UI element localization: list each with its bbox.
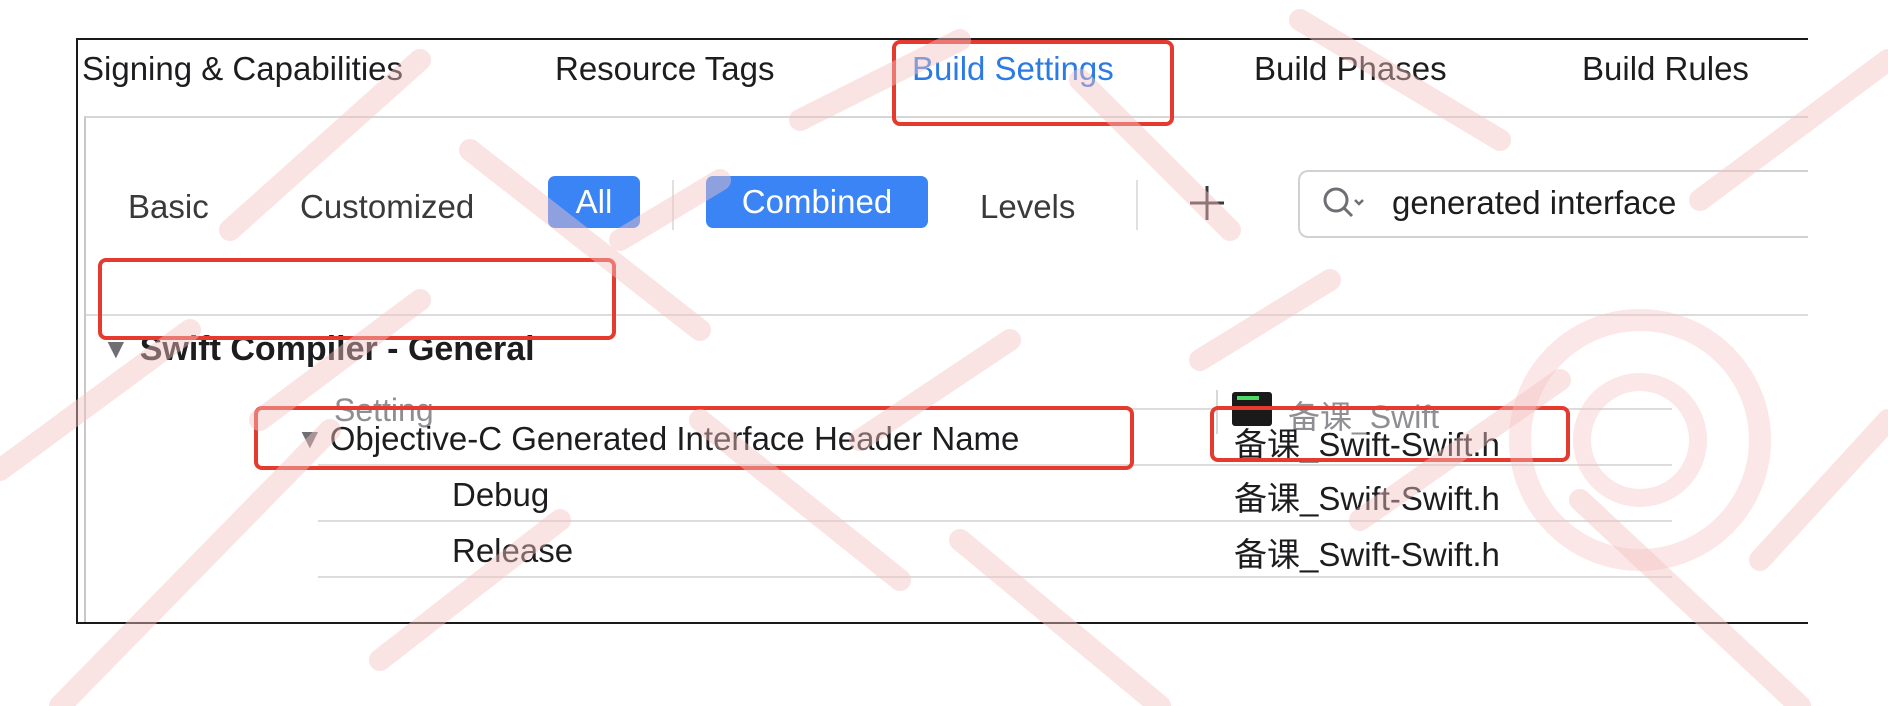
filter-customized-button[interactable]: Customized bbox=[300, 188, 474, 226]
filter-all-button[interactable]: All bbox=[548, 176, 640, 228]
column-separator bbox=[1216, 390, 1218, 434]
setting-value[interactable]: 备课_Swift-Swift.h bbox=[1234, 472, 1500, 520]
section-title: Swift Compiler - General bbox=[139, 330, 535, 368]
view-combined-button[interactable]: Combined bbox=[706, 176, 928, 228]
filter-basic-button[interactable]: Basic bbox=[128, 188, 209, 226]
tab-build-rules[interactable]: Build Rules bbox=[1582, 50, 1749, 88]
tab-resource-tags[interactable]: Resource Tags bbox=[555, 50, 775, 88]
table-row[interactable]: Debug bbox=[452, 476, 549, 514]
build-settings-panel: Signing & Capabilities Resource Tags Bui… bbox=[76, 38, 1808, 624]
settings-filter-bar: Basic Customized All Combined Levels gen… bbox=[84, 116, 1808, 248]
plus-icon[interactable] bbox=[1182, 178, 1232, 228]
toolbar-divider bbox=[1136, 180, 1138, 230]
section-swift-compiler-general[interactable]: ▼ Swift Compiler - General bbox=[102, 330, 535, 369]
table-row[interactable]: ▼ Objective-C Generated Interface Header … bbox=[296, 420, 1019, 458]
setting-value[interactable]: 备课_Swift-Swift.h bbox=[1234, 528, 1500, 576]
setting-name: Objective-C Generated Interface Header N… bbox=[329, 420, 1020, 457]
table-row-divider bbox=[318, 576, 1672, 578]
disclosure-triangle-icon: ▼ bbox=[102, 333, 130, 364]
table-row-divider bbox=[318, 408, 1672, 410]
search-input[interactable]: generated interface bbox=[1392, 184, 1676, 222]
tab-build-phases[interactable]: Build Phases bbox=[1254, 50, 1447, 88]
table-row[interactable]: Release bbox=[452, 532, 573, 570]
search-icon bbox=[1323, 187, 1364, 218]
tab-build-settings[interactable]: Build Settings bbox=[912, 50, 1114, 88]
setting-value[interactable]: 备课_Swift-Swift.h bbox=[1234, 418, 1500, 466]
table-row-divider bbox=[318, 520, 1672, 522]
editor-tab-bar: Signing & Capabilities Resource Tags Bui… bbox=[78, 40, 1808, 116]
view-levels-button[interactable]: Levels bbox=[980, 188, 1075, 226]
tab-signing-capabilities[interactable]: Signing & Capabilities bbox=[82, 50, 403, 88]
toolbar-divider bbox=[672, 180, 674, 230]
table-row-divider bbox=[318, 464, 1672, 466]
section-divider bbox=[86, 314, 1808, 316]
search-field[interactable]: generated interface bbox=[1298, 170, 1808, 238]
disclosure-triangle-icon: ▼ bbox=[296, 423, 324, 454]
